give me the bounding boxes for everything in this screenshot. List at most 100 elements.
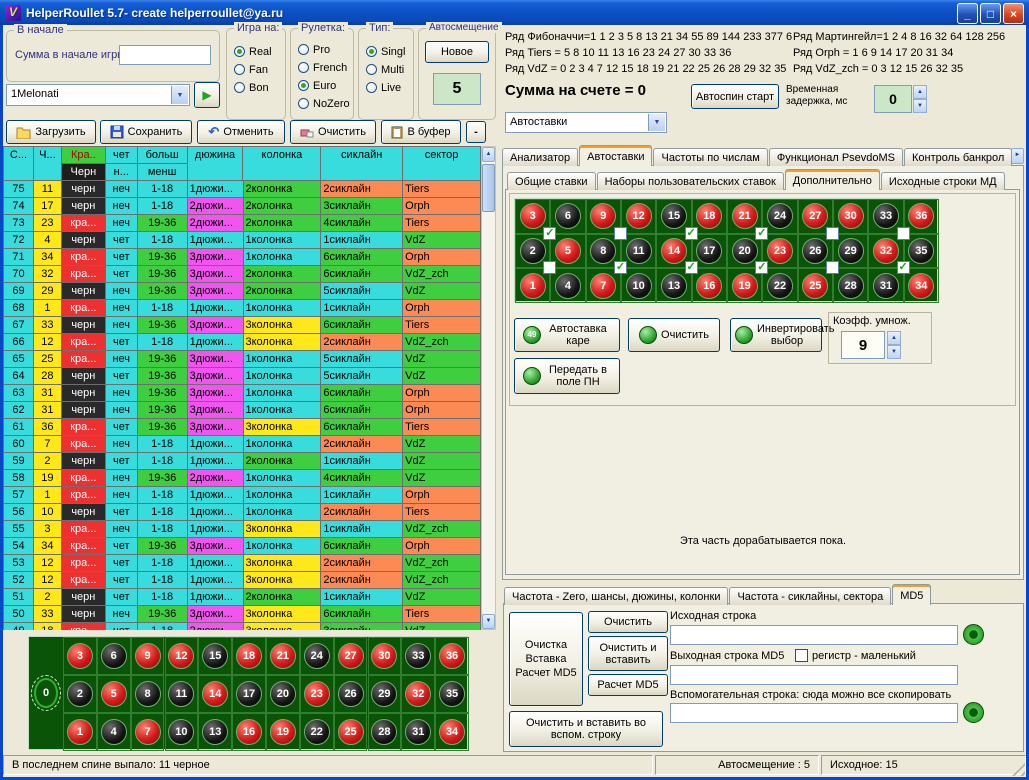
spin-row[interactable]: 6929черннеч19-363дюжи...2колонка5сиклайн… (4, 283, 481, 300)
number-9[interactable]: 9 (590, 203, 616, 229)
header-parity[interactable]: чет н... (106, 147, 138, 181)
paste-helper-round-button[interactable] (963, 702, 984, 723)
spin-row[interactable]: 571кра...неч1-181дюжи...1колонка1сиклайн… (4, 487, 481, 504)
preset-combobox[interactable]: 1Melonati ▼ (6, 84, 190, 106)
number-3[interactable]: 3 (67, 643, 93, 669)
number-34[interactable]: 34 (908, 273, 934, 299)
paste-source-round-button[interactable] (963, 624, 984, 645)
title-bar[interactable]: V HelperRoullet 5.7- create helperroulle… (0, 0, 1029, 25)
spin-row[interactable]: 6733черннеч19-363дюжи...3колонка6сиклайн… (4, 317, 481, 334)
radio-pro[interactable]: Pro (298, 43, 352, 56)
number-2[interactable]: 2 (520, 238, 546, 264)
tab-md5[interactable]: MD5 (892, 584, 931, 605)
radio-live[interactable]: Live (366, 81, 412, 94)
spin-row[interactable]: 7417черннеч1-182дюжи...2колонка3сиклайнO… (4, 198, 481, 215)
header-sector[interactable]: сектор (403, 147, 481, 181)
number-12[interactable]: 12 (168, 643, 194, 669)
md5-output-input[interactable] (670, 665, 958, 685)
spin-row[interactable]: 512чернчет1-181дюжи...2колонка1сиклайнVd… (4, 589, 481, 606)
number-27[interactable]: 27 (338, 643, 364, 669)
number-10[interactable]: 10 (168, 719, 194, 745)
header-sixline[interactable]: сиклайн (321, 147, 403, 181)
number-4[interactable]: 4 (555, 273, 581, 299)
md5-big-button[interactable]: Очистка Вставка Расчет MD5 (509, 612, 583, 706)
koeff-spinner[interactable]: ▲ ▼ (887, 331, 901, 359)
number-30[interactable]: 30 (371, 643, 397, 669)
radio-real[interactable]: Real (234, 45, 284, 58)
spin-row[interactable]: 6525кра...неч19-363дюжи...1колонка5сикла… (4, 351, 481, 368)
kare-checkbox-0-5[interactable] (897, 227, 910, 240)
kare-checkbox-1-0[interactable] (543, 261, 556, 274)
tab-автоставки[interactable]: Автоставки (579, 145, 652, 166)
spin-row[interactable]: 6231черннеч19-363дюжи...1колонка6сиклайн… (4, 402, 481, 419)
spin-row[interactable]: 5610чернчет1-181дюжи...1колонка2сиклайнT… (4, 504, 481, 521)
start-sum-input[interactable] (119, 45, 211, 65)
autospin-start-button[interactable]: Автоспин старт (691, 84, 779, 109)
number-29[interactable]: 29 (371, 681, 397, 707)
number-32[interactable]: 32 (405, 681, 431, 707)
close-button[interactable]: × (1003, 3, 1024, 24)
number-25[interactable]: 25 (802, 273, 828, 299)
md5-clear-paste-button[interactable]: Очистить и вставить (588, 636, 668, 671)
spin-row[interactable]: 6428чернчет19-363дюжи...1колонка5сиклайн… (4, 368, 481, 385)
spin-row[interactable]: 5819кра...неч19-362дюжи...1колонка4сикла… (4, 470, 481, 487)
spin-row[interactable]: 681кра...неч1-181дюжи...1колонка1сиклайн… (4, 300, 481, 317)
chevron-down-icon[interactable]: ▼ (171, 86, 188, 104)
radio-bon[interactable]: Bon (234, 81, 284, 94)
autostakes-combobox[interactable]: Автоставки ▼ (505, 112, 667, 133)
number-18[interactable]: 18 (236, 643, 262, 669)
table-scrollbar[interactable]: ▲ ▼ (481, 146, 496, 630)
radio-multi[interactable]: Multi (366, 63, 412, 76)
number-10[interactable]: 10 (626, 273, 652, 299)
tab-контроль-банкрол[interactable]: Контроль банкрол (904, 148, 1012, 166)
spin-down-icon[interactable]: ▼ (887, 345, 901, 359)
spin-row[interactable]: 5434кра...чет19-363дюжи...1колонка6сикла… (4, 538, 481, 555)
number-27[interactable]: 27 (802, 203, 828, 229)
number-11[interactable]: 11 (168, 681, 194, 707)
number-17[interactable]: 17 (236, 681, 262, 707)
header-spin[interactable]: С... (4, 147, 34, 181)
to-buffer-button[interactable]: В буфер (381, 120, 461, 144)
number-8[interactable]: 8 (590, 238, 616, 264)
number-36[interactable]: 36 (908, 203, 934, 229)
number-12[interactable]: 12 (626, 203, 652, 229)
number-13[interactable]: 13 (202, 719, 228, 745)
md5-clear-paste-helper-button[interactable]: Очистить и вставить во вспом. строку (509, 711, 663, 747)
header-dozen[interactable]: дюжина (188, 147, 244, 181)
number-5[interactable]: 5 (555, 238, 581, 264)
number-21[interactable]: 21 (270, 643, 296, 669)
header-range[interactable]: больш менш (138, 147, 188, 181)
kare-checkbox-1-4[interactable] (826, 261, 839, 274)
number-24[interactable]: 24 (767, 203, 793, 229)
scroll-up-button[interactable]: ▲ (482, 147, 495, 162)
number-13[interactable]: 13 (661, 273, 687, 299)
number-30[interactable]: 30 (838, 203, 864, 229)
spin-row[interactable]: 5033черннеч19-363дюжи...3колонка6сиклайн… (4, 606, 481, 623)
spin-row[interactable]: 724чернчет1-181дюжи...1колонка1сиклайнVd… (4, 232, 481, 249)
number-5[interactable]: 5 (101, 681, 127, 707)
number-6[interactable]: 6 (555, 203, 581, 229)
tab-функционал-psevdoms[interactable]: Функционал PsevdoMS (769, 148, 903, 166)
spin-row[interactable]: 5212кра...чет1-181дюжи...3колонка2сиклай… (4, 572, 481, 589)
tab-частоты-по-числам[interactable]: Частоты по числам (653, 148, 767, 166)
radio-french[interactable]: French (298, 61, 352, 74)
number-14[interactable]: 14 (202, 681, 228, 707)
delay-spinner[interactable]: ▲ ▼ (913, 85, 927, 113)
spin-row[interactable]: 592чернчет1-181дюжи...2колонка1сиклайнVd… (4, 453, 481, 470)
number-35[interactable]: 35 (908, 238, 934, 264)
kare-checkbox-0-2[interactable]: ✓ (685, 227, 698, 240)
clear-selection-button[interactable]: Очистить (628, 318, 720, 352)
number-33[interactable]: 33 (405, 643, 431, 669)
kare-checkbox-0-0[interactable]: ✓ (543, 227, 556, 240)
kare-checkbox-0-3[interactable]: ✓ (755, 227, 768, 240)
kare-checkbox-1-2[interactable]: ✓ (685, 261, 698, 274)
number-32[interactable]: 32 (873, 238, 899, 264)
number-21[interactable]: 21 (732, 203, 758, 229)
minimize-button[interactable]: _ (957, 3, 978, 24)
number-31[interactable]: 31 (405, 719, 431, 745)
radio-euro[interactable]: Euro (298, 79, 352, 92)
kare-checkbox-1-5[interactable]: ✓ (897, 261, 910, 274)
md5-helper-input[interactable] (670, 703, 958, 723)
number-26[interactable]: 26 (338, 681, 364, 707)
spin-row[interactable]: 6331черннеч19-363дюжи...1колонка6сиклайн… (4, 385, 481, 402)
